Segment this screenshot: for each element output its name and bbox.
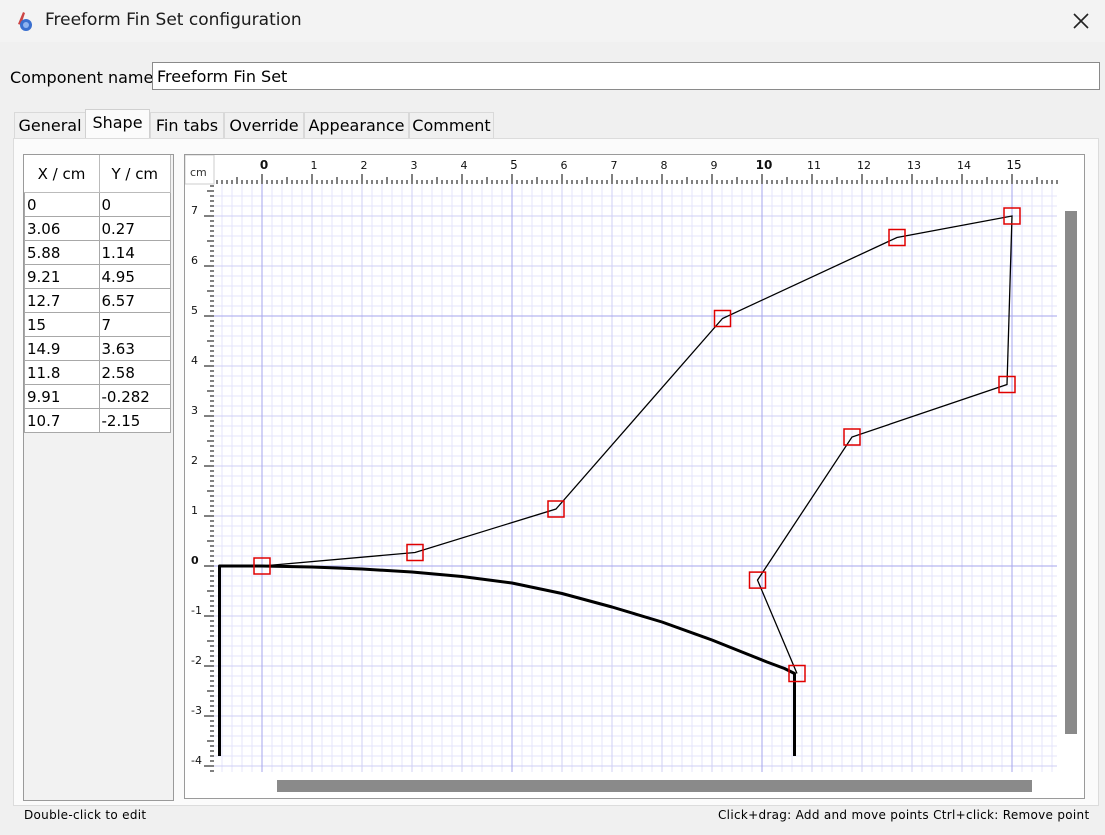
cell-y[interactable]: -2.15 <box>98 408 171 433</box>
x-tick-label: 6 <box>561 159 568 172</box>
table-row[interactable]: 12.7 6.57 <box>24 288 171 313</box>
left-ruler <box>185 155 214 798</box>
tab-appearance[interactable]: Appearance <box>304 112 409 139</box>
points-hint: Click+drag: Add and move points Ctrl+cli… <box>718 808 1090 822</box>
tab-fin-tabs[interactable]: Fin tabs <box>150 112 224 139</box>
cell-x[interactable]: 15 <box>24 312 100 337</box>
cell-y[interactable]: 6.57 <box>98 288 171 313</box>
cell-x[interactable]: 0 <box>24 192 100 217</box>
x-tick-label: 3 <box>411 159 418 172</box>
cell-y[interactable]: 7 <box>98 312 171 337</box>
x-tick-label: 7 <box>611 159 618 172</box>
title-bar: Freeform Fin Set configuration <box>0 0 1105 42</box>
cell-x[interactable]: 14.9 <box>24 336 100 361</box>
column-header-x[interactable]: X / cm <box>24 155 100 193</box>
table-row[interactable]: 3.06 0.27 <box>24 216 171 241</box>
rocket-app-icon <box>18 12 32 31</box>
cell-y[interactable]: 3.63 <box>98 336 171 361</box>
table-row[interactable]: 11.8 2.58 <box>24 360 171 385</box>
tab-override[interactable]: Override <box>224 112 304 139</box>
table-row[interactable]: 14.9 3.63 <box>24 336 171 361</box>
y-tick-label: 2 <box>191 454 198 467</box>
tab-shape[interactable]: Shape <box>85 109 150 140</box>
y-tick-label: -4 <box>191 754 202 767</box>
x-tick-label: 14 <box>957 159 971 172</box>
cell-y[interactable]: 2.58 <box>98 360 171 385</box>
edit-hint: Double-click to edit <box>24 808 147 822</box>
y-tick-label: -2 <box>191 654 202 667</box>
y-tick-label: -3 <box>191 704 202 717</box>
y-tick-label: 5 <box>191 304 198 317</box>
x-tick-label: 11 <box>807 159 821 172</box>
component-name-label: Component name: <box>10 68 159 87</box>
y-tick-label: 6 <box>191 254 198 267</box>
fin-shape-editor[interactable]: cm 0 1 2 3 4 5 6 7 8 9 10 11 12 13 14 15 7 6 5 4 3 2 1 0 -1 -2 -3 -4 <box>184 154 1085 799</box>
column-header-y[interactable]: Y / cm <box>99 155 171 193</box>
tab-general[interactable]: General <box>14 112 86 139</box>
table-row[interactable]: 15 7 <box>24 312 171 337</box>
cell-x[interactable]: 3.06 <box>24 216 100 241</box>
x-tick-label: 1 <box>311 159 318 172</box>
table-row[interactable]: 5.88 1.14 <box>24 240 171 265</box>
x-tick-label: 5 <box>510 158 518 172</box>
x-tick-label: 4 <box>461 159 468 172</box>
table-row[interactable]: 00 <box>24 192 171 217</box>
x-tick-label: 10 <box>756 158 773 172</box>
y-tick-label: 4 <box>191 354 198 367</box>
table-row[interactable]: 9.91 -0.282 <box>24 384 171 409</box>
cell-x[interactable]: 5.88 <box>24 240 100 265</box>
x-tick-label: 8 <box>661 159 668 172</box>
cell-y[interactable]: 4.95 <box>98 264 171 289</box>
table-row[interactable]: 9.21 4.95 <box>24 264 171 289</box>
top-ruler <box>185 155 1084 184</box>
cell-y[interactable]: 0.27 <box>98 216 171 241</box>
points-table: X / cm Y / cm 0 0 3.06 0.27 5.88 1.14 9.21 4.95… <box>24 155 171 433</box>
y-tick-label: 1 <box>191 504 198 517</box>
x-tick-label: 0 <box>260 158 268 172</box>
x-tick-label: 13 <box>907 159 921 172</box>
cell-x[interactable]: 9.91 <box>24 384 100 409</box>
cell-y[interactable]: -0.282 <box>98 384 171 409</box>
vertical-scrollbar[interactable] <box>1065 211 1077 734</box>
y-tick-label: 3 <box>191 404 198 417</box>
tab-comment[interactable]: Comment <box>409 112 494 139</box>
cell-x[interactable]: 10.7 <box>24 408 100 433</box>
component-name-input[interactable] <box>152 62 1100 90</box>
cell-y[interactable]: 0 <box>98 192 171 217</box>
x-tick-label: 9 <box>711 159 718 172</box>
cell-x[interactable]: 9.21 <box>24 264 100 289</box>
horizontal-scrollbar[interactable] <box>277 780 1032 792</box>
window-title: Freeform Fin Set configuration <box>45 10 302 30</box>
ruler-unit-label: cm <box>190 166 207 179</box>
x-tick-label: 12 <box>857 159 871 172</box>
y-tick-label: 0 <box>191 554 199 567</box>
x-tick-label: 15 <box>1006 158 1021 172</box>
cell-x[interactable]: 12.7 <box>24 288 100 313</box>
table-row[interactable]: 10.7 -2.15 <box>24 408 171 433</box>
cell-y[interactable]: 1.14 <box>98 240 171 265</box>
y-tick-label: 7 <box>191 204 198 217</box>
close-icon[interactable] <box>1066 6 1096 36</box>
x-tick-label: 2 <box>361 159 368 172</box>
cell-x[interactable]: 11.8 <box>24 360 100 385</box>
y-tick-label: -1 <box>191 604 202 617</box>
fin-shape-plot[interactable]: cm0 1 2 3 4 5 6 7 8 9 10 11 12 13 14 1576543210-1-2-3-4 <box>184 154 1084 798</box>
